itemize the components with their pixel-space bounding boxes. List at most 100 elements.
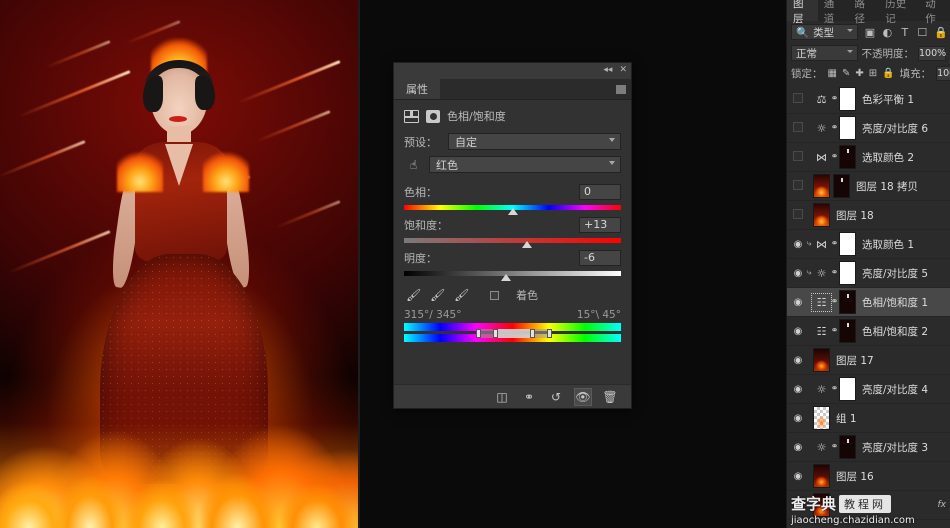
slider-lightness-track[interactable]	[404, 270, 621, 281]
tab-actions[interactable]: 动作	[919, 0, 950, 25]
eyedropper-subtract-icon[interactable]: 🖌	[454, 288, 469, 302]
lock-all-icon[interactable]: 🔒	[882, 68, 894, 79]
table-row[interactable]: ◉ ⤷ ☼ ⚭ 亮度/对比度 5	[787, 259, 950, 288]
eyedropper-icon[interactable]: 🖌	[406, 288, 421, 302]
range-stop-inner-right[interactable]	[529, 329, 535, 338]
eye-hidden-icon[interactable]	[791, 93, 805, 106]
eye-visible-icon[interactable]: ◉	[791, 355, 805, 366]
mask-link-icon[interactable]: ⚭	[830, 123, 839, 133]
tab-paths[interactable]: 路径	[848, 0, 879, 25]
lock-transparent-icon[interactable]: ▦	[828, 68, 837, 79]
eye-hidden-icon[interactable]	[791, 151, 805, 164]
table-row[interactable]: ◉ 图层 17	[787, 346, 950, 375]
image-canvas[interactable]	[0, 0, 360, 528]
slider-saturation-value[interactable]: +13	[579, 217, 621, 233]
layer-thumbnail[interactable]	[839, 377, 856, 401]
mask-link-icon[interactable]: ⚭	[830, 326, 839, 336]
opacity-value[interactable]: 100%	[918, 45, 946, 61]
table-row[interactable]: ◉ 组 1	[787, 404, 950, 433]
layer-thumbnail[interactable]	[813, 203, 830, 227]
eye-hidden-icon[interactable]	[791, 122, 805, 135]
preset-select[interactable]: 自定	[448, 133, 621, 150]
view-previous-state-icon[interactable]: ⚭	[520, 388, 538, 406]
brightness-contrast-icon[interactable]: ☼	[813, 440, 830, 455]
table-row[interactable]: ◉ fx 查字典 教程网 jiaocheng.chazidian.com	[787, 491, 950, 526]
type-filter-icon[interactable]: T	[899, 26, 910, 39]
slider-lightness[interactable]: 明度： -6	[404, 250, 621, 281]
tab-layers[interactable]: 图层	[787, 0, 818, 25]
slider-saturation-track[interactable]	[404, 237, 621, 248]
brightness-contrast-icon[interactable]: ☼	[813, 266, 830, 281]
mask-link-icon[interactable]: ⚭	[830, 239, 839, 249]
layer-thumbnail[interactable]	[839, 435, 856, 459]
adjustment-filter-icon[interactable]: ◐	[882, 26, 893, 39]
filter-kind-select[interactable]: 🔍 类型	[791, 24, 859, 40]
slider-saturation[interactable]: 饱和度： +13	[404, 217, 621, 248]
layer-thumbnail[interactable]	[839, 261, 856, 285]
layer-thumbnail[interactable]	[839, 87, 856, 111]
layer-thumbnail[interactable]	[839, 319, 856, 343]
eye-visible-icon[interactable]: ◉	[791, 384, 805, 395]
eye-hidden-icon[interactable]	[791, 180, 805, 193]
shape-filter-icon[interactable]: ☐	[917, 26, 928, 39]
layer-effects-icon[interactable]: fx	[938, 500, 947, 510]
layer-thumbnail[interactable]	[839, 232, 856, 256]
range-stop-inner-left[interactable]	[492, 329, 498, 338]
colorize-checkbox[interactable]	[490, 290, 499, 300]
lock-image-icon[interactable]: ✎	[842, 68, 850, 79]
hue-saturation-icon[interactable]: ☷	[811, 292, 832, 312]
layer-thumbnail[interactable]	[813, 493, 830, 517]
pixel-filter-icon[interactable]: ▣	[864, 26, 875, 39]
layer-thumbnail[interactable]	[813, 348, 830, 372]
brightness-contrast-icon[interactable]: ☼	[813, 382, 830, 397]
reset-icon[interactable]: ↺	[547, 388, 565, 406]
layers-panel[interactable]: 图层 通道 路径 历史记 动作 🔍 类型 ▣ ◐ T ☐ 🔒 正常 不透明度： …	[786, 0, 950, 528]
slider-hue[interactable]: 色相： 0	[404, 184, 621, 215]
table-row[interactable]: 图层 18	[787, 201, 950, 230]
eye-visible-icon[interactable]: ◉	[791, 442, 805, 453]
clip-to-layer-icon[interactable]	[426, 109, 440, 123]
lock-artboard-icon[interactable]: ⊞	[869, 68, 877, 79]
layer-thumbnail[interactable]	[839, 116, 856, 140]
table-row[interactable]: ◉ ☼ ⚭ 亮度/对比度 3	[787, 433, 950, 462]
table-row[interactable]: ☼ ⚭ 亮度/对比度 6	[787, 114, 950, 143]
table-row[interactable]: ◉ ☷ ⚭ 色相/饱和度 1	[787, 288, 950, 317]
channel-select[interactable]: 红色	[429, 156, 621, 173]
eye-visible-icon[interactable]: ◉	[791, 268, 805, 279]
slider-lightness-value[interactable]: -6	[579, 250, 621, 266]
layer-thumbnail[interactable]	[839, 145, 856, 169]
color-range-bars[interactable]	[394, 321, 631, 342]
table-row[interactable]: ◉ ☼ ⚭ 亮度/对比度 4	[787, 375, 950, 404]
collapse-icon[interactable]: ◂◂	[603, 65, 612, 75]
properties-tab-row[interactable]: 属性	[394, 79, 631, 100]
panel-menu-icon[interactable]	[611, 79, 631, 99]
range-stop-outer-right[interactable]	[547, 329, 553, 338]
on-image-adjust-icon[interactable]: ☝	[404, 156, 423, 173]
color-balance-icon[interactable]: ⚖	[813, 92, 830, 107]
eye-visible-icon[interactable]: ◉	[791, 471, 805, 482]
hue-saturation-icon[interactable]: ☷	[813, 324, 830, 339]
eye-hidden-icon[interactable]	[791, 209, 805, 222]
mask-link-icon[interactable]: ⚭	[830, 442, 839, 452]
table-row[interactable]: ◉ ☷ ⚭ 色相/饱和度 2	[787, 317, 950, 346]
properties-titlebar[interactable]: ◂◂ ✕	[394, 63, 631, 79]
slider-saturation-knob[interactable]	[521, 241, 532, 248]
table-row[interactable]: ◉ ⤷ ⋈ ⚭ 选取颜色 1	[787, 230, 950, 259]
layers-tab-row[interactable]: 图层 通道 路径 历史记 动作	[787, 0, 950, 25]
layer-thumbnail[interactable]	[839, 290, 856, 314]
layer-thumbnail[interactable]	[813, 406, 830, 430]
eye-visible-icon[interactable]: ◉	[791, 326, 805, 337]
hue-range-slider[interactable]	[404, 329, 621, 339]
toggle-visibility-icon[interactable]: 👁	[574, 387, 592, 406]
eye-visible-icon[interactable]: ◉	[791, 239, 805, 250]
lock-row[interactable]: 锁定： ▦ ✎ ✚ ⊞ 🔒 填充： 100%	[787, 63, 950, 83]
eye-visible-icon[interactable]: ◉	[791, 500, 805, 511]
eyedropper-add-icon[interactable]: 🖌	[430, 288, 445, 302]
layer-list[interactable]: ⚖ ⚭ 色彩平衡 1 ☼ ⚭ 亮度/对比度 6 ⋈ ⚭ 选取颜色 2 图层 18 拷贝 图层 18 ◉…	[787, 85, 950, 528]
blend-mode-select[interactable]: 正常	[791, 45, 858, 61]
mask-link-icon[interactable]: ⚭	[830, 384, 839, 394]
slider-hue-value[interactable]: 0	[579, 184, 621, 200]
mask-link-icon[interactable]: ⚭	[830, 152, 839, 162]
table-row[interactable]: ⋈ ⚭ 选取颜色 2	[787, 143, 950, 172]
tab-channels[interactable]: 通道	[818, 0, 849, 25]
